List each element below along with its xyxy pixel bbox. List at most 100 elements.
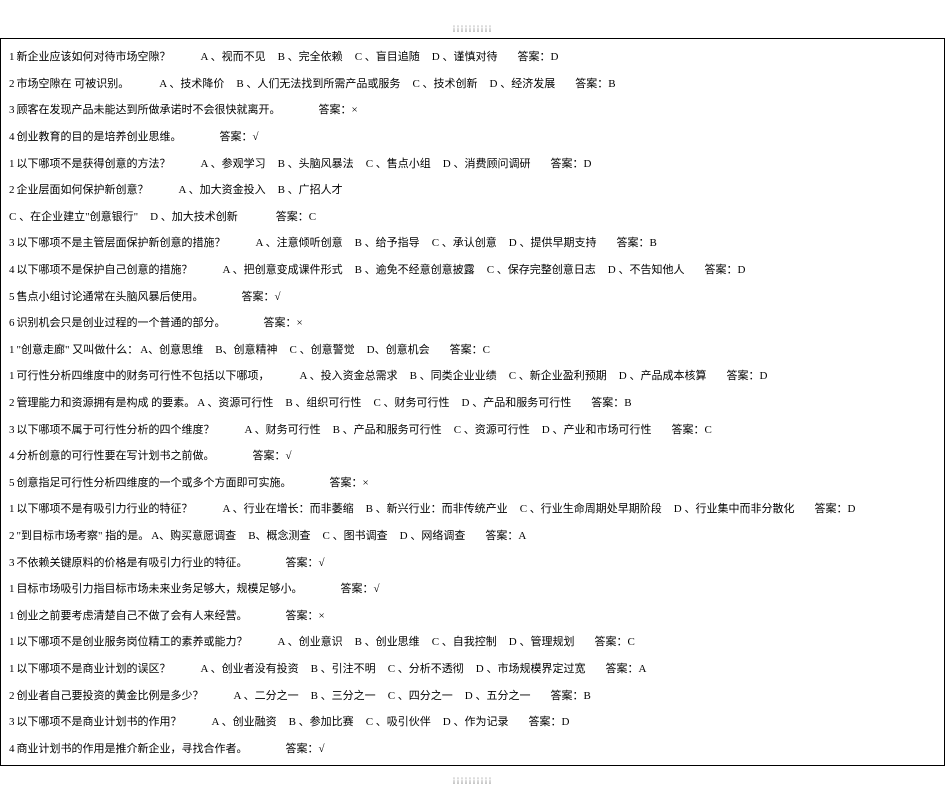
option: D 、管理规划 bbox=[509, 633, 575, 649]
question-text: 以下哪项不是获得创意的方法？ bbox=[17, 155, 171, 171]
answer-value: B bbox=[649, 237, 656, 249]
truefalse-line: 1创业之前要考虑清楚自己不做了会有人来经营。答案：× bbox=[9, 601, 936, 628]
answer-label: 答案： bbox=[286, 554, 319, 570]
answer-label: 答案： bbox=[286, 740, 319, 756]
question-line: 3以下哪项不属于可行性分析的四个维度？ A 、财务可行性 B 、产品和服务可行性 C … bbox=[9, 415, 936, 442]
answer-label: 答案： bbox=[276, 208, 309, 224]
option: D 、产品和服务可行性 bbox=[462, 394, 572, 410]
question-number: 4 bbox=[9, 743, 15, 755]
question-number: 1 bbox=[9, 344, 15, 356]
question-number: 4 bbox=[9, 131, 15, 143]
option: A 、二分之一 bbox=[234, 687, 299, 703]
question-number: 3 bbox=[9, 716, 15, 728]
option: B 、同类企业业绩 bbox=[410, 367, 497, 383]
option: B 、广招人才 bbox=[278, 181, 343, 197]
question-text: 不依赖关键原料的价格是有吸引力行业的特征。 bbox=[17, 554, 248, 570]
question-text: 识别机会只是创业过程的一个普通的部分。 bbox=[17, 314, 226, 330]
option: A 、注意倾听创意 bbox=[256, 234, 343, 250]
truefalse-line: 6识别机会只是创业过程的一个普通的部分。答案：× bbox=[9, 309, 936, 336]
answer-label: 答案： bbox=[330, 474, 363, 490]
option: D 、市场规模界定过宽 bbox=[476, 660, 586, 676]
question-text: 售点小组讨论通常在头脑风暴后使用。 bbox=[17, 288, 204, 304]
question-number: 1 bbox=[9, 583, 15, 595]
answer-value: A bbox=[638, 663, 646, 675]
option: D 、五分之一 bbox=[465, 687, 531, 703]
option: B 、人们无法找到所需产品或服务 bbox=[236, 75, 400, 91]
truefalse-line: 1目标市场吸引力指目标市场未来业务足够大，规模足够小。答案：√ bbox=[9, 575, 936, 602]
option: C 、自我控制 bbox=[432, 633, 497, 649]
option: B 、新兴行业：而非传统产业 bbox=[366, 500, 508, 516]
option: A 、投入资金总需求 bbox=[300, 367, 398, 383]
question-number: 6 bbox=[9, 317, 15, 329]
answer-label: 答案： bbox=[616, 234, 649, 250]
option: A、购买意愿调查 bbox=[151, 527, 236, 543]
option: C 、财务可行性 bbox=[373, 394, 449, 410]
question-text: 新企业应该如何对待市场空隙？ bbox=[17, 48, 171, 64]
option: C 、四分之一 bbox=[388, 687, 453, 703]
option: D 、经济发展 bbox=[490, 75, 556, 91]
answer-value: √ bbox=[319, 557, 325, 569]
answer-label: 答案： bbox=[575, 75, 608, 91]
answer-value: D bbox=[759, 370, 767, 382]
question-text: 以下哪项不是主管层面保护新创意的措施？ bbox=[17, 234, 226, 250]
question-line: 3以下哪项不是商业计划书的作用？A 、创业融资B 、参加比赛C 、吸引伙伴D 、… bbox=[9, 708, 936, 735]
option: A 、财务可行性 bbox=[245, 421, 321, 437]
question-number: 1 bbox=[9, 503, 15, 515]
option: A 、加大资金投入 bbox=[179, 181, 266, 197]
answer-label: 答案： bbox=[591, 394, 624, 410]
question-number: 1 bbox=[9, 51, 15, 63]
question-line: 1以下哪项不是获得创意的方法？A 、参观学习B 、头脑风暴法C 、售点小组D 、… bbox=[9, 149, 936, 176]
question-line: 2企业层面如何保护新创意？A 、加大资金投入B 、广招人才 bbox=[9, 176, 936, 203]
option: B 、参加比赛 bbox=[289, 713, 354, 729]
question-text: 创意指足可行性分析四维度的一个或多个方面即可实施。 bbox=[17, 474, 292, 490]
option: B 、逾免不经意创意披露 bbox=[355, 261, 475, 277]
answer-label: 答案： bbox=[528, 713, 561, 729]
answer-value: √ bbox=[253, 131, 259, 143]
question-line: 2管理能力和资源拥有是构成 的要素。A 、资源可行性B 、组织可行性C 、财务可… bbox=[9, 389, 936, 416]
answer-value: √ bbox=[275, 291, 281, 303]
option: D 、不告知他人 bbox=[608, 261, 685, 277]
option: B、概念测查 bbox=[248, 527, 310, 543]
question-number: 4 bbox=[9, 450, 15, 462]
option: D 、行业集中而非分散化 bbox=[674, 500, 795, 516]
question-text: 企业层面如何保护新创意？ bbox=[17, 181, 149, 197]
option: A 、创业融资 bbox=[212, 713, 277, 729]
option: A、创意思维 bbox=[140, 341, 203, 357]
answer-value: C bbox=[309, 211, 316, 223]
question-number: 1 bbox=[9, 663, 15, 675]
question-number: 1 bbox=[9, 158, 15, 170]
answer-label: 答案： bbox=[253, 447, 286, 463]
answer-label: 答案： bbox=[726, 367, 759, 383]
option: B 、产品和服务可行性 bbox=[333, 421, 442, 437]
option: B 、头脑风暴法 bbox=[278, 155, 354, 171]
question-text: 目标市场吸引力指目标市场未来业务足够大，规模足够小。 bbox=[17, 580, 303, 596]
question-number: 4 bbox=[9, 264, 15, 276]
answer-label: 答案： bbox=[485, 527, 518, 543]
answer-label: 答案： bbox=[220, 128, 253, 144]
option: D 、消费顾问调研 bbox=[443, 155, 531, 171]
answer-label: 答案： bbox=[242, 288, 275, 304]
answer-value: × bbox=[319, 610, 325, 622]
question-text: 以下哪项不是商业计划书的作用？ bbox=[17, 713, 182, 729]
truefalse-line: 3不依赖关键原料的价格是有吸引力行业的特征。答案：√ bbox=[9, 548, 936, 575]
answer-label: 答案： bbox=[286, 607, 319, 623]
answer-value: B bbox=[583, 690, 590, 702]
option: A 、视而不见 bbox=[201, 48, 266, 64]
answer-label: 答案： bbox=[671, 421, 704, 437]
answer-value: √ bbox=[374, 583, 380, 595]
question-text: 以下哪项不属于可行性分析的四个维度？ bbox=[17, 421, 215, 437]
truefalse-line: 5售点小组讨论通常在头脑风暴后使用。 答案：√ bbox=[9, 282, 936, 309]
answer-label: 答案： bbox=[319, 101, 352, 117]
question-number: 5 bbox=[9, 477, 15, 489]
option: B 、给予指导 bbox=[355, 234, 420, 250]
answer-label: 答案： bbox=[704, 261, 737, 277]
question-number: 5 bbox=[9, 291, 15, 303]
option: C 、资源可行性 bbox=[454, 421, 530, 437]
option: C 、承认创意 bbox=[432, 234, 497, 250]
question-text: 顾客在发现产品未能达到所做承诺时不会很快就离开。 bbox=[17, 101, 281, 117]
option: D 、谨慎对待 bbox=[432, 48, 498, 64]
question-number: 3 bbox=[9, 424, 15, 436]
question-line: 2"到目标市场考察" 指的是。A、购买意愿调查B、概念测查C 、图书调查D 、网… bbox=[9, 522, 936, 549]
option: B 、创业思维 bbox=[355, 633, 420, 649]
option: C 、盲目追随 bbox=[355, 48, 420, 64]
